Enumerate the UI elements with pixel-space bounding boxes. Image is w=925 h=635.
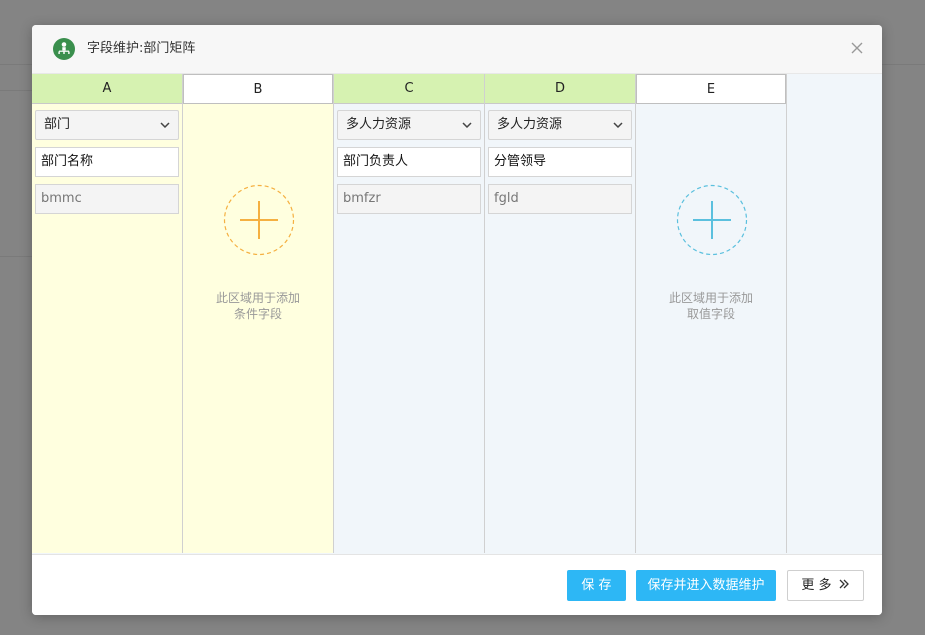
org-chart-icon xyxy=(53,38,75,60)
chevron-down-icon xyxy=(613,122,623,129)
plus-icon xyxy=(676,184,748,256)
save-and-enter-data-button[interactable]: 保存并进入数据维护 xyxy=(636,570,776,601)
column-header-d: D xyxy=(485,74,635,104)
column-header-c: C xyxy=(334,74,484,104)
field-name-input[interactable]: 分管领导 xyxy=(488,147,632,177)
close-icon[interactable] xyxy=(848,39,866,57)
hint-line-1: 此区域用于添加 xyxy=(668,291,753,305)
matrix-field-grid: A 部门 部门名称 bmmc B 此区域用于添加 条件字段 C 多人力资源 部门… xyxy=(32,74,882,554)
field-name-input[interactable]: 部门负责人 xyxy=(337,147,481,177)
chevron-down-icon xyxy=(160,122,170,129)
field-code-readonly: fgld xyxy=(488,184,632,214)
field-type-select[interactable]: 部门 xyxy=(35,110,179,140)
field-code-readonly: bmmc xyxy=(35,184,179,214)
column-d: D 多人力资源 分管领导 fgld xyxy=(485,74,636,553)
dialog-title: 字段维护:部门矩阵 xyxy=(87,41,196,56)
hint-line-1: 此区域用于添加 xyxy=(215,291,300,305)
value-area-hint: 此区域用于添加 取值字段 xyxy=(636,290,786,322)
dialog-footer: 保 存 保存并进入数据维护 更 多 xyxy=(32,554,882,615)
field-type-select[interactable]: 多人力资源 xyxy=(488,110,632,140)
hint-line-2: 条件字段 xyxy=(233,307,282,321)
column-header-a: A xyxy=(32,74,182,104)
add-condition-field-button[interactable] xyxy=(223,184,295,256)
more-label: 更 多 xyxy=(801,578,832,593)
plus-icon xyxy=(223,184,295,256)
add-value-field-button[interactable] xyxy=(676,184,748,256)
more-button[interactable]: 更 多 xyxy=(787,570,864,601)
field-maintenance-dialog: 字段维护:部门矩阵 A 部门 部门名称 bmmc B 此区域用于添加 条件字段 … xyxy=(32,25,882,615)
column-a: A 部门 部门名称 bmmc xyxy=(32,74,183,553)
save-button[interactable]: 保 存 xyxy=(567,570,626,601)
column-b: B 此区域用于添加 条件字段 xyxy=(183,74,334,553)
column-header-e: E xyxy=(636,74,786,104)
dialog-header: 字段维护:部门矩阵 xyxy=(32,25,882,74)
condition-area-hint: 此区域用于添加 条件字段 xyxy=(183,290,333,322)
column-e: E 此区域用于添加 取值字段 xyxy=(636,74,787,553)
column-c: C 多人力资源 部门负责人 bmfzr xyxy=(334,74,485,553)
column-header-b: B xyxy=(183,74,333,104)
field-code-readonly: bmfzr xyxy=(337,184,481,214)
chevron-down-icon xyxy=(462,122,472,129)
select-value: 多人力资源 xyxy=(346,117,412,132)
select-value: 多人力资源 xyxy=(497,117,563,132)
select-value: 部门 xyxy=(44,117,71,132)
hint-line-2: 取值字段 xyxy=(686,307,735,321)
double-chevron-right-icon xyxy=(839,579,849,589)
field-name-input[interactable]: 部门名称 xyxy=(35,147,179,177)
field-type-select[interactable]: 多人力资源 xyxy=(337,110,481,140)
